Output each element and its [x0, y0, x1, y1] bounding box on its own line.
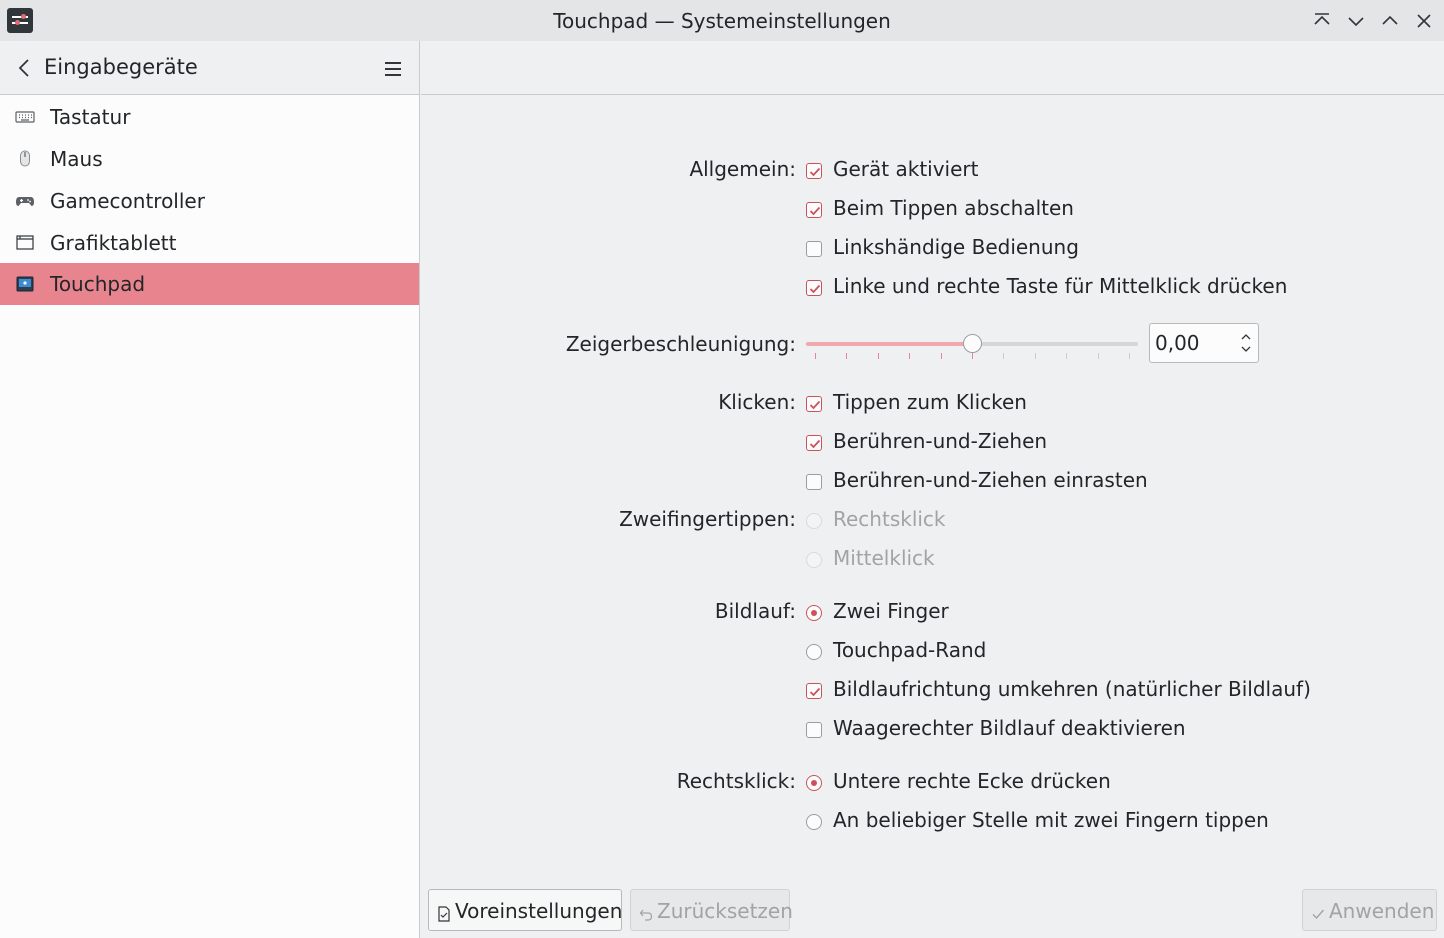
mouse-icon	[15, 149, 35, 169]
checkmark-icon	[1311, 903, 1325, 920]
hamburger-menu-icon[interactable]	[383, 59, 403, 77]
radio-unselected-icon	[806, 814, 822, 830]
option-label: Beim Tippen abschalten	[833, 196, 1074, 220]
spinbox-value: 0,00	[1155, 331, 1200, 355]
main-content: Allgemein: Gerät aktiviert Beim Tippen a…	[421, 41, 1444, 938]
checkbox-checked-icon	[806, 683, 822, 699]
group-label-zeigerbeschleunigung: Zeigerbeschleunigung:	[565, 332, 796, 356]
slider-tick	[940, 353, 942, 359]
button-label: Anwenden	[1329, 899, 1435, 923]
radio-unselected-icon	[806, 644, 822, 660]
sidebar-item-grafiktablett[interactable]: Grafiktablett	[0, 222, 419, 264]
checkbox-checked-icon	[806, 435, 822, 451]
option-label: Gerät aktiviert	[833, 157, 979, 181]
slider-tick	[909, 353, 911, 359]
sidebar-item-touchpad[interactable]: Touchpad	[0, 263, 419, 305]
slider-tick	[1129, 353, 1130, 359]
radio-disabled-icon	[806, 513, 822, 529]
apply-button[interactable]: Anwenden	[1302, 889, 1437, 931]
defaults-button[interactable]: Voreinstellungen	[428, 889, 622, 931]
back-arrow-icon[interactable]	[14, 57, 34, 79]
checkbox-checked-icon	[806, 396, 822, 412]
sidebar-title: Eingabegeräte	[44, 55, 198, 79]
slider-tick	[815, 353, 816, 359]
option-label: Touchpad-Rand	[833, 638, 987, 662]
sidebar-item-label: Tastatur	[50, 105, 131, 129]
group-label-zweifingertippen: Zweifingertippen:	[619, 507, 796, 531]
sidebar-item-label: Maus	[50, 147, 103, 171]
sidebar-item-tastatur[interactable]: Tastatur	[0, 96, 419, 138]
option-label: Tippen zum Klicken	[833, 390, 1027, 414]
pointer-acceleration-spinbox[interactable]: 0,00	[1149, 323, 1259, 363]
sidebar: Eingabegeräte Tastatur Maus Gamecontroll…	[0, 41, 420, 938]
slider-handle[interactable]	[962, 334, 982, 353]
option-label: Linke und rechte Taste für Mittelklick d…	[833, 274, 1288, 298]
option-label: Berühren-und-Ziehen	[833, 429, 1048, 453]
slider-tick	[877, 353, 879, 359]
option-label: An beliebiger Stelle mit zwei Fingern ti…	[833, 808, 1269, 832]
slider-tick	[846, 353, 848, 359]
spin-arrows-icon[interactable]	[1240, 332, 1252, 354]
sidebar-item-gamecontroller[interactable]: Gamecontroller	[0, 180, 419, 222]
keyboard-icon	[15, 107, 35, 127]
sidebar-item-label: Gamecontroller	[50, 189, 205, 213]
close-icon[interactable]	[1412, 9, 1436, 33]
sidebar-item-maus[interactable]: Maus	[0, 138, 419, 180]
radio-selected-icon	[806, 605, 822, 621]
undo-icon	[639, 903, 653, 921]
checkbox-unchecked-icon	[806, 722, 822, 738]
keep-above-icon[interactable]	[1310, 9, 1334, 33]
group-label-bildlauf: Bildlauf:	[714, 599, 796, 623]
option-label: Rechtsklick	[833, 507, 946, 531]
sidebar-item-label: Touchpad	[50, 272, 146, 296]
option-label: Mittelklick	[833, 546, 935, 570]
option-label: Berühren-und-Ziehen einrasten	[833, 468, 1148, 492]
checkbox-unchecked-icon	[806, 241, 822, 257]
touchpad-icon	[15, 274, 35, 294]
slider-fill	[806, 342, 972, 346]
slider-tick	[1034, 353, 1036, 359]
sidebar-header: Eingabegeräte	[0, 41, 419, 95]
option-label: Untere rechte Ecke drücken	[833, 769, 1111, 793]
slider-tick	[1097, 353, 1099, 359]
option-label: Linkshändige Bedienung	[833, 235, 1079, 259]
button-label: Voreinstellungen	[455, 899, 623, 923]
slider-tick	[1003, 353, 1005, 359]
radio-selected-icon	[806, 775, 822, 791]
content-header	[421, 41, 1444, 95]
sidebar-item-label: Grafiktablett	[50, 231, 177, 255]
slider-tick	[972, 353, 973, 359]
option-label: Zwei Finger	[833, 599, 949, 623]
radio-disabled-icon	[806, 552, 822, 568]
title-bar: Touchpad — Systemeinstellungen	[0, 0, 1444, 41]
option-label: Waagerechter Bildlauf deaktivieren	[833, 716, 1186, 740]
pointer-acceleration-slider[interactable]	[806, 331, 1138, 359]
window-title: Touchpad — Systemeinstellungen	[553, 9, 891, 33]
slider-tick	[1066, 353, 1068, 359]
group-label-rechtsklick: Rechtsklick:	[676, 769, 796, 793]
button-label: Zurücksetzen	[657, 899, 793, 923]
tablet-icon	[15, 233, 35, 253]
document-defaults-icon	[437, 903, 451, 922]
group-label-klicken: Klicken:	[718, 390, 796, 414]
checkbox-checked-icon	[806, 163, 822, 179]
checkbox-unchecked-icon	[806, 474, 822, 490]
option-label: Bildlaufrichtung umkehren (natürlicher B…	[833, 677, 1311, 701]
reset-button[interactable]: Zurücksetzen	[630, 889, 793, 931]
gamepad-icon	[15, 191, 35, 211]
maximize-icon[interactable]	[1378, 9, 1402, 33]
checkbox-checked-icon	[806, 280, 822, 296]
group-label-allgemein: Allgemein:	[689, 157, 796, 181]
minimize-icon[interactable]	[1344, 9, 1368, 33]
checkbox-checked-icon	[806, 202, 822, 218]
